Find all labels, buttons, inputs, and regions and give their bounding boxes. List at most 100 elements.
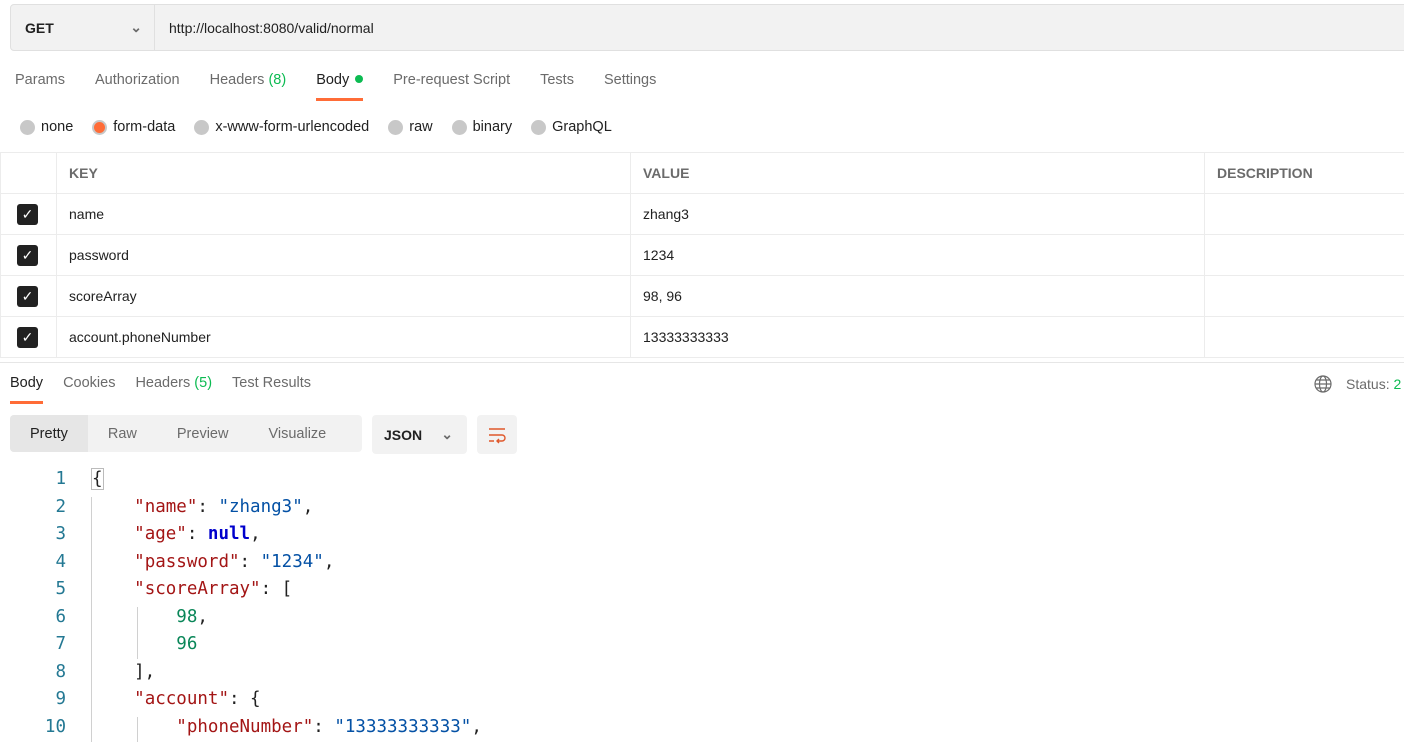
line-number: 3 — [55, 524, 66, 544]
checkbox-checked-icon[interactable]: ✓ — [17, 326, 38, 348]
radio-label: GraphQL — [552, 119, 612, 135]
json-key: "name" — [134, 497, 198, 517]
description-cell[interactable] — [1204, 193, 1404, 235]
radio-label: binary — [472, 119, 513, 135]
json-value: "1234" — [260, 552, 324, 572]
value-column-header: VALUE — [630, 152, 1205, 194]
checkbox-checked-icon[interactable]: ✓ — [17, 244, 38, 266]
method-select[interactable]: GET ⌄ — [11, 5, 155, 50]
value-cell[interactable]: 13333333333 — [630, 316, 1205, 358]
tab-pre-request-script[interactable]: Pre-request Script — [393, 72, 510, 102]
radio-label: none — [41, 119, 74, 135]
line-number: 2 — [55, 497, 66, 517]
key-cell[interactable]: password — [56, 234, 631, 276]
key-cell[interactable]: name — [56, 193, 631, 235]
tab-label: Headers — [135, 375, 191, 391]
tab-params[interactable]: Params — [15, 72, 65, 102]
response-status: Status: 2 — [1314, 375, 1401, 393]
json-line: "account": { — [134, 689, 261, 709]
response-tab-cookies[interactable]: Cookies — [63, 375, 115, 405]
json-value: "zhang3" — [218, 497, 303, 517]
radio-x-www-form-urlencoded[interactable]: x-www-form-urlencoded — [194, 119, 369, 135]
open-brace: { — [91, 468, 104, 490]
table-row: ✓ scoreArray 98, 96 — [0, 275, 1404, 317]
format-select[interactable]: JSON ⌄ — [372, 415, 467, 454]
radio-circle — [20, 119, 35, 135]
checkbox-checked-icon[interactable]: ✓ — [17, 285, 38, 307]
view-preview[interactable]: Preview — [157, 415, 249, 452]
status-label: Status: — [1346, 376, 1390, 392]
line-number: 1 — [55, 469, 66, 489]
radio-form-data[interactable]: form-data — [92, 119, 175, 135]
value-cell[interactable]: zhang3 — [630, 193, 1205, 235]
format-label: JSON — [384, 426, 423, 443]
status-value: 2 — [1393, 376, 1402, 392]
json-line: "age": null, — [134, 524, 261, 544]
headers-count: (8) — [268, 72, 287, 88]
key-cell[interactable]: account.phoneNumber — [56, 316, 631, 358]
json-key: "age" — [134, 524, 187, 544]
radio-binary[interactable]: binary — [451, 119, 513, 135]
json-line: "phoneNumber": "13333333333", — [176, 717, 482, 737]
radio-circle — [451, 119, 467, 135]
json-key: "phoneNumber" — [176, 717, 314, 737]
line-number: 6 — [55, 607, 66, 627]
radio-label: form-data — [113, 119, 176, 135]
tab-settings[interactable]: Settings — [604, 72, 656, 102]
response-tab-test-results[interactable]: Test Results — [232, 375, 311, 405]
tab-tests[interactable]: Tests — [540, 72, 574, 102]
tab-headers[interactable]: Headers (8) — [210, 72, 287, 102]
line-number: 10 — [44, 717, 66, 737]
response-tab-headers[interactable]: Headers (5) — [135, 375, 212, 405]
globe-icon[interactable] — [1314, 375, 1332, 393]
description-cell[interactable] — [1204, 275, 1404, 317]
view-raw[interactable]: Raw — [88, 415, 157, 452]
form-data-table: KEY VALUE DESCRIPTION ✓ name zhang3 ✓ passw… — [0, 152, 1404, 358]
wrap-lines-button[interactable] — [477, 415, 517, 454]
request-tabs: Params Authorization Headers (8) Body Pr… — [15, 72, 656, 102]
view-visualize[interactable]: Visualize — [248, 415, 346, 452]
response-tab-body[interactable]: Body — [10, 375, 44, 405]
radio-none[interactable]: none — [20, 119, 73, 135]
json-line: "scoreArray": [ — [134, 579, 293, 599]
json-key: "account" — [134, 689, 229, 709]
tab-authorization[interactable]: Authorization — [95, 72, 180, 102]
line-number: 9 — [55, 689, 66, 709]
json-value: "13333333333" — [334, 717, 472, 737]
json-line: 98, — [176, 607, 208, 627]
value-cell[interactable]: 1234 — [630, 234, 1205, 276]
radio-circle — [531, 119, 547, 135]
description-cell[interactable] — [1204, 316, 1404, 358]
tab-label: Body — [316, 72, 350, 88]
json-line: 96 — [92, 634, 197, 654]
headers-count: (5) — [194, 375, 213, 391]
description-column-header: DESCRIPTION — [1204, 152, 1404, 194]
url-input[interactable]: http://localhost:8080/valid/normal — [155, 20, 374, 36]
key-cell[interactable]: scoreArray — [56, 275, 631, 317]
line-number: 8 — [55, 662, 66, 682]
radio-graphql[interactable]: GraphQL — [531, 119, 612, 135]
chevron-down-icon: ⌄ — [130, 19, 142, 35]
value-cell[interactable]: 98, 96 — [630, 275, 1205, 317]
radio-label: x-www-form-urlencoded — [215, 119, 370, 135]
chevron-down-icon: ⌄ — [441, 426, 453, 442]
radio-circle — [194, 119, 210, 135]
radio-raw[interactable]: raw — [388, 119, 433, 135]
url-bar: GET ⌄ http://localhost:8080/valid/normal — [10, 4, 1404, 51]
json-line: ], — [92, 662, 156, 682]
body-indicator-dot — [355, 75, 364, 83]
json-value: 98 — [176, 607, 198, 627]
body-type-radios: none form-data x-www-form-urlencoded raw… — [20, 119, 612, 135]
json-line: "name": "zhang3", — [134, 497, 314, 517]
radio-circle — [388, 119, 404, 135]
checkbox-checked-icon[interactable]: ✓ — [17, 203, 38, 225]
description-cell[interactable] — [1204, 234, 1404, 276]
radio-circle-selected — [92, 119, 108, 135]
view-pretty[interactable]: Pretty — [10, 415, 88, 452]
line-number: 5 — [55, 579, 66, 599]
table-row: ✓ name zhang3 — [0, 193, 1404, 235]
line-number: 4 — [55, 552, 66, 572]
tab-body[interactable]: Body — [316, 72, 364, 102]
response-tabs: Body Cookies Headers (5) Test Results — [10, 375, 311, 405]
line-number: 7 — [55, 634, 66, 654]
